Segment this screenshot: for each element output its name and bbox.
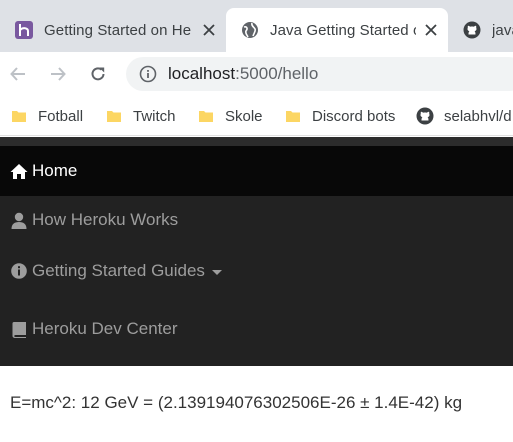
folder-icon [10,107,28,125]
nav-item-label: Getting Started Guides [32,261,205,280]
url-text: localhost:5000/hello [168,64,318,84]
close-tab-icon[interactable] [422,21,440,39]
bookmark-label: selabhvl/d [444,107,512,125]
heroku-logo-icon [14,20,34,40]
bookmark-twitch[interactable]: Twitch [105,105,176,127]
bookmark-label: Fotball [38,107,84,125]
bookmark-fotball[interactable]: Fotball [10,105,83,127]
bookmark-skole[interactable]: Skole [197,105,263,127]
reload-icon[interactable] [84,60,112,88]
back-arrow-icon[interactable] [4,60,32,88]
bookmark-label: Discord bots [312,107,396,125]
home-icon [10,162,28,180]
energy-mass-result: E=mc^2: 12 GeV = (2.139194076302506E-26 … [10,393,463,412]
nav-getting-started-guides[interactable]: Getting Started Guides [10,259,222,283]
globe-icon [240,20,260,40]
folder-icon [284,107,302,125]
tab-github-java[interactable]: java [448,8,513,52]
nav-home-label: Home [32,161,78,180]
bookmark-discord-bots[interactable]: Discord bots [284,105,395,127]
nav-heroku-dev-center[interactable]: Heroku Dev Center [10,317,178,341]
close-tab-icon[interactable] [200,21,218,39]
nav-item-label: How Heroku Works [32,210,179,229]
bookmark-label: Twitch [133,107,176,125]
tab-strip: Getting Started on He Java Getting Start… [0,0,513,58]
bookmarks-bar: Fotball Twitch Skole Discord bots selabh… [0,96,513,136]
site-info-icon[interactable] [138,64,158,84]
bookmark-selabhvl[interactable]: selabhvl/d [416,105,512,127]
nav-item-label: Heroku Dev Center [32,319,178,338]
folder-icon [197,107,215,125]
github-icon [462,20,482,40]
browser-toolbar: localhost:5000/hello [0,52,513,96]
url-path: :5000/hello [235,64,319,83]
info-sign-icon [10,262,28,280]
github-icon [416,107,434,125]
nav-how-heroku-works[interactable]: How Heroku Works [10,208,178,232]
tab-title: Java Getting Started o [270,21,416,39]
forward-arrow-icon[interactable] [44,60,72,88]
folder-icon [105,107,123,125]
page-top-strip [0,137,513,146]
tab-title: Getting Started on He [44,21,192,39]
navbar: Home How Heroku Works Getting Started Gu… [0,146,513,366]
book-icon [10,320,28,338]
chevron-down-icon [211,269,222,275]
tab-title: java [492,21,513,39]
tab-getting-started-heroku[interactable]: Getting Started on He [0,8,226,52]
nav-home-link[interactable]: Home [0,146,513,196]
user-icon [10,211,28,229]
bookmark-label: Skole [225,107,263,125]
tab-java-getting-started[interactable]: Java Getting Started o [226,8,448,52]
url-host: localhost [168,64,236,83]
address-bar[interactable]: localhost:5000/hello [126,57,513,91]
